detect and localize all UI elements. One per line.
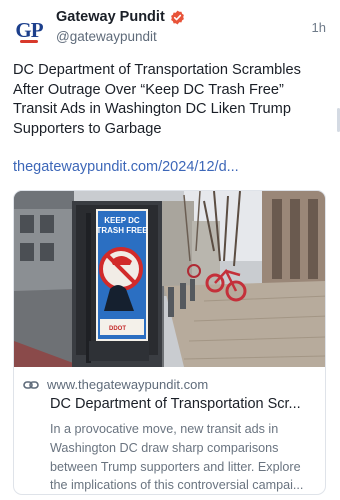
verified-badge-icon: [170, 10, 184, 24]
post-time: 1h: [311, 20, 326, 35]
ad-brand: DDOT: [109, 326, 126, 332]
preview-body[interactable]: www.thegatewaypundit.com DC Department o…: [14, 367, 325, 494]
link-preview-card[interactable]: KEEP DC TRASH FREE DDOT www.thegatewaypu…: [13, 190, 326, 495]
post-text: DC Department of Transportation Scramble…: [13, 62, 301, 137]
author-name[interactable]: Gateway Pundit: [56, 9, 165, 25]
preview-image[interactable]: KEEP DC TRASH FREE DDOT: [14, 191, 326, 367]
link-icon: [23, 380, 39, 389]
post-link[interactable]: thegatewaypundit.com/2024/12/d...: [13, 159, 239, 175]
preview-domain-row: www.thegatewaypundit.com: [23, 377, 208, 392]
ad-line-2: TRASH FREE: [96, 226, 148, 235]
avatar-swoosh: [20, 40, 38, 43]
author-handle[interactable]: @gatewaypundit: [56, 29, 157, 44]
author-name-row: Gateway Pundit: [56, 9, 185, 25]
preview-title[interactable]: DC Department of Transportation Scr...: [50, 396, 318, 412]
preview-description: In a provocative move, new transit ads i…: [50, 422, 304, 493]
preview-domain: www.thegatewaypundit.com: [47, 377, 209, 392]
avatar-logo: GP: [15, 17, 43, 42]
avatar[interactable]: GP: [13, 14, 45, 46]
ad-line-1: KEEP DC: [104, 216, 140, 225]
post-card[interactable]: GP Gateway Pundit @gatewaypundit 1h DC D…: [0, 0, 340, 500]
